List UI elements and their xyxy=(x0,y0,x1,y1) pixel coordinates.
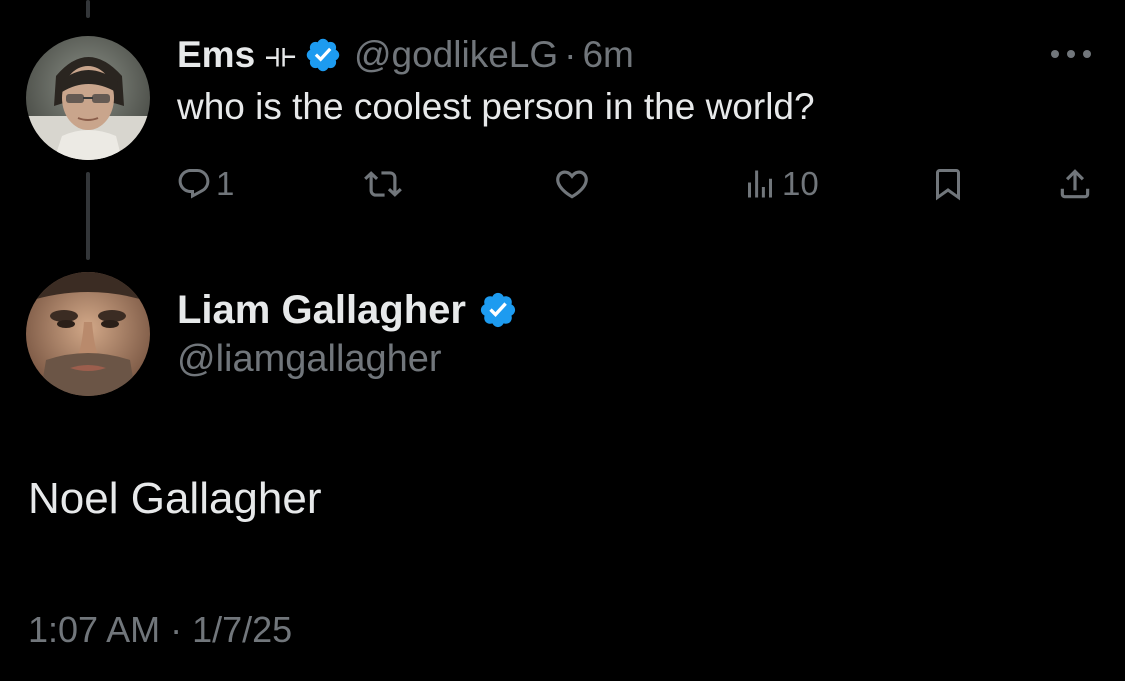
user-avatar-photo-icon xyxy=(26,36,150,160)
verified-badge-icon xyxy=(478,290,518,330)
parent-author-flair: ⟛ xyxy=(265,35,296,74)
parent-author-handle[interactable]: @godlikeLG xyxy=(354,34,558,76)
parent-author-name[interactable]: Ems xyxy=(177,34,255,76)
parent-tweet-text: who is the coolest person in the world? xyxy=(177,86,815,127)
reply-icon xyxy=(178,169,210,199)
reply-timestamp[interactable]: 1:07 AM · 1/7/25 xyxy=(28,609,292,651)
retweet-button[interactable] xyxy=(364,162,406,206)
bookmark-icon xyxy=(936,169,960,201)
parent-tweet-actions: 1 10 xyxy=(0,162,1125,206)
retweet-icon xyxy=(364,171,402,197)
views-chart-icon xyxy=(748,170,772,198)
parent-tweet-header: Ems ⟛ @godlikeLG · 6m xyxy=(177,32,634,78)
views-count: 10 xyxy=(782,165,819,202)
like-button[interactable] xyxy=(553,162,595,206)
reply-author-handle[interactable]: @liamgallagher xyxy=(177,338,442,381)
reply-avatar[interactable] xyxy=(26,272,150,396)
parent-avatar[interactable] xyxy=(26,36,150,160)
reply-count: 1 xyxy=(216,165,235,202)
heart-icon xyxy=(556,170,588,199)
separator-dot: · xyxy=(564,34,577,75)
user-avatar-photo-icon xyxy=(26,272,150,396)
reply-button[interactable]: 1 xyxy=(176,162,234,206)
share-button[interactable] xyxy=(1056,162,1094,206)
verified-badge-icon xyxy=(304,36,342,74)
share-icon xyxy=(1060,169,1090,199)
reply-tweet-header: Liam Gallagher xyxy=(177,285,518,335)
views-button[interactable]: 10 xyxy=(742,162,819,206)
thread-line-top xyxy=(86,0,90,18)
more-horizontal-icon[interactable] xyxy=(1049,46,1093,62)
bookmark-button[interactable] xyxy=(930,162,966,206)
reply-tweet-text: Noel Gallagher xyxy=(28,474,322,523)
reply-author-name[interactable]: Liam Gallagher xyxy=(177,288,466,333)
parent-relative-time[interactable]: 6m xyxy=(582,34,633,76)
